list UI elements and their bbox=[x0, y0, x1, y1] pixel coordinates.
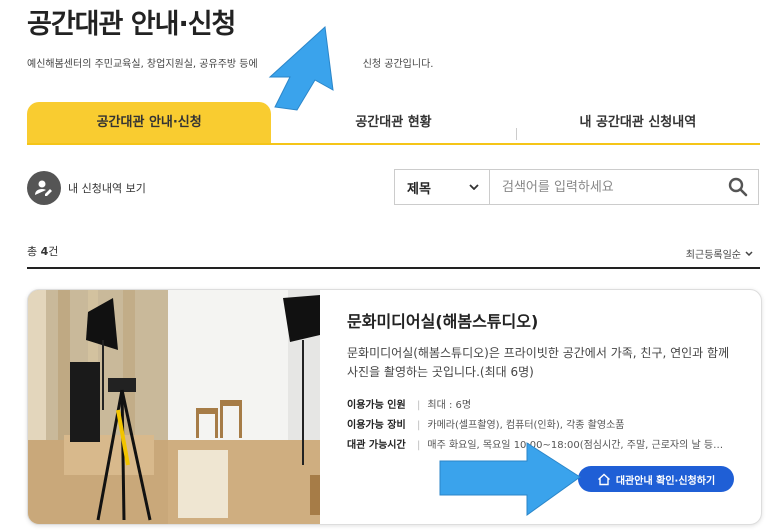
tab-space-rental-apply[interactable]: 공간대관 안내·신청 bbox=[27, 102, 272, 143]
info-row-capacity: 이용가능 인원 | 최대 : 6명 bbox=[347, 396, 741, 416]
sort-label: 최근등록일순 bbox=[685, 250, 741, 261]
info-value: 카메라(셀프촬영), 컴퓨터(인화), 각종 촬영소품 bbox=[427, 420, 625, 431]
studio-photo bbox=[28, 290, 320, 524]
sort-dropdown[interactable]: 최근등록일순 bbox=[686, 246, 753, 261]
chevron-down-icon bbox=[745, 251, 753, 256]
info-value: 매주 화요일, 목요일 10:00~18:00(점심시간, 주말, 근로자의 날… bbox=[427, 440, 724, 451]
apply-label: 대관안내 확인·신청하기 bbox=[615, 475, 716, 487]
info-row-equipment: 이용가능 장비 | 카메라(셀프촬영), 컴퓨터(인화), 각종 촬영소품 bbox=[347, 416, 741, 436]
apply-button[interactable]: 대관안내 확인·신청하기 bbox=[578, 466, 734, 492]
user-edit-icon bbox=[27, 171, 61, 205]
subtitle-start: 예신해봄센터의 주민교육실, 창업지원실, 공유주방 등에 bbox=[27, 59, 258, 70]
tab-bar: 공간대관 안내·신청 공간대관 현황 내 공간대관 신청내역 bbox=[27, 102, 760, 145]
page-subtitle: 예신해봄센터의 주민교육실, 창업지원실, 공유주방 등에 신청 공간입니다. bbox=[27, 55, 433, 70]
search-icon bbox=[728, 177, 748, 197]
chevron-down-icon bbox=[469, 184, 479, 190]
search-type-select[interactable]: 제목 bbox=[395, 170, 490, 204]
info-label: 이용가능 인원 bbox=[347, 400, 406, 411]
my-requests-link[interactable]: 내 신청내역 보기 bbox=[27, 171, 146, 205]
total-count: 총 4건 bbox=[27, 243, 58, 259]
info-value: 최대 : 6명 bbox=[427, 400, 472, 411]
card-body: 문화미디어실(해봄스튜디오) 문화미디어실(해봄스튜디오)은 프라이빗한 공간에… bbox=[347, 308, 741, 456]
home-icon bbox=[597, 473, 610, 485]
tab-space-rental-status[interactable]: 공간대관 현황 bbox=[271, 102, 515, 143]
tab-my-rental-history[interactable]: 내 공간대관 신청내역 bbox=[515, 102, 760, 143]
search-bar: 제목 bbox=[394, 169, 759, 205]
total-suffix: 건 bbox=[48, 245, 59, 258]
subtitle-end: 신청 공간입니다. bbox=[362, 59, 434, 70]
search-input[interactable] bbox=[490, 169, 718, 205]
info-label: 이용가능 장비 bbox=[347, 420, 406, 431]
info-row-hours: 대관 가능시간 | 매주 화요일, 목요일 10:00~18:00(점심시간, 주말… bbox=[347, 436, 741, 456]
page-title: 공간대관 안내·신청 bbox=[27, 9, 236, 40]
space-card: 문화미디어실(해봄스튜디오) 문화미디어실(해봄스튜디오)은 프라이빗한 공간에… bbox=[27, 289, 762, 525]
list-divider bbox=[27, 267, 760, 269]
card-description: 문화미디어실(해봄스튜디오)은 프라이빗한 공간에서 가족, 친구, 연인과 함… bbox=[347, 346, 730, 379]
card-title[interactable]: 문화미디어실(해봄스튜디오) bbox=[347, 308, 741, 332]
card-info: 이용가능 인원 | 최대 : 6명 이용가능 장비 | 카메라(셀프촬영), 컴퓨터(인… bbox=[347, 396, 741, 456]
search-button[interactable] bbox=[718, 170, 758, 204]
info-label: 대관 가능시간 bbox=[347, 440, 406, 451]
search-type-value: 제목 bbox=[407, 181, 431, 197]
my-requests-label: 내 신청내역 보기 bbox=[68, 182, 146, 195]
total-prefix: 총 bbox=[27, 245, 41, 258]
